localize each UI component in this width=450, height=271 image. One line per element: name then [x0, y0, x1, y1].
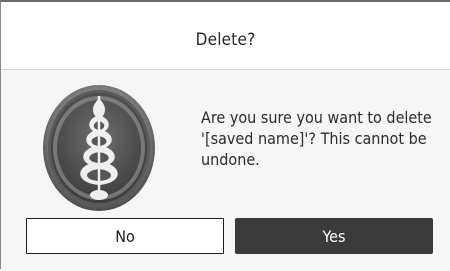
delete-confirm-dialog: Delete? Are you sure you want to delete …: [0, 0, 450, 271]
dialog-title: Delete?: [195, 30, 256, 50]
yes-button-label: Yes: [322, 226, 346, 246]
dialog-message: Are you sure you want to delete '[saved …: [201, 108, 432, 169]
dialog-header: Delete?: [1, 2, 450, 68]
yes-button[interactable]: Yes: [235, 218, 433, 254]
no-button-label: No: [115, 226, 135, 246]
latte-art-icon: [42, 85, 156, 215]
no-button[interactable]: No: [26, 218, 224, 254]
